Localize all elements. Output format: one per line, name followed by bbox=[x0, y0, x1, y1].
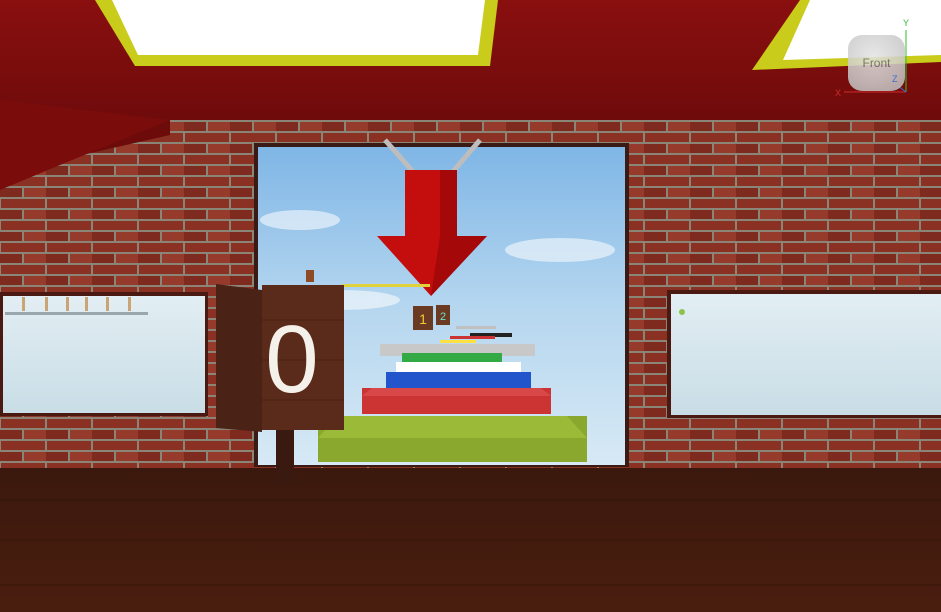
skylight-left bbox=[112, 0, 485, 55]
wooden-floor bbox=[0, 460, 941, 612]
scene-render: 1 2 0 bbox=[0, 0, 941, 612]
step-blue bbox=[386, 372, 531, 388]
stage-sign-2-label: 2 bbox=[440, 311, 446, 323]
stage-sign-1-label: 1 bbox=[419, 311, 427, 327]
step-white bbox=[396, 362, 521, 372]
stage-sign-0-label: 0 bbox=[265, 306, 318, 413]
view-cube[interactable]: Front Y X Z bbox=[835, 18, 916, 98]
axis-y-label: Y bbox=[903, 18, 910, 28]
view-cube-face-label: Front bbox=[862, 56, 891, 70]
right-window bbox=[671, 294, 941, 415]
game-viewport[interactable]: 1 2 0 Front Y X Z bbox=[0, 0, 941, 612]
axis-x-label: X bbox=[835, 88, 842, 98]
axis-z-label: Z bbox=[892, 74, 898, 84]
step-green bbox=[402, 353, 502, 363]
